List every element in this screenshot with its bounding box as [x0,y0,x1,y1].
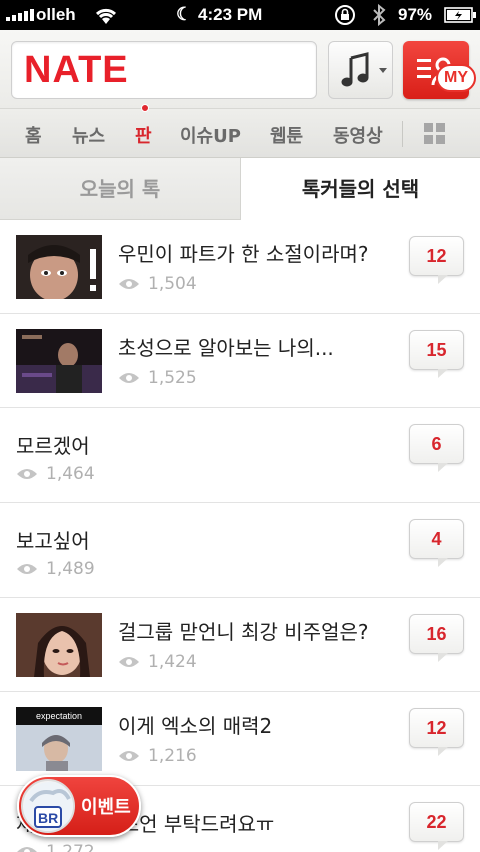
eye-icon [17,847,37,852]
signal-icon [6,9,34,21]
grid-menu-icon[interactable] [424,123,446,145]
nav-divider [402,121,403,147]
list-item[interactable]: 보고싶어 1,489 4 [0,503,480,598]
music-button[interactable] [328,41,393,99]
status-bar: olleh ☾ 4:23 PM 97% [0,0,480,30]
section-nav: 홈 뉴스 판 이슈UP 웹툰 동영상 [0,104,480,158]
comment-count-bubble[interactable]: 15 [409,330,464,378]
post-thumbnail [16,613,102,677]
post-title: 모르겠어 [16,434,90,458]
comment-count-bubble[interactable]: 12 [409,236,464,284]
view-count: 1,504 [148,274,197,294]
eye-icon [17,469,37,479]
post-title: 우민이 파트가 한 소절이라며? [118,242,369,266]
nav-item-home[interactable]: 홈 [25,122,42,148]
comment-count-bubble[interactable]: 6 [409,424,464,472]
post-views: 1,464 [16,464,95,484]
post-thumbnail [16,329,102,393]
post-title: 보고싶어 [16,529,90,553]
battery-icon [444,7,476,23]
list-item[interactable]: 모르겠어 1,464 6 [0,408,480,503]
baskin-robbins-badge: BR [21,779,75,833]
list-item[interactable]: 우민이 파트가 한 소절이라며? 1,504 12 [0,220,480,314]
view-count: 1,489 [46,559,95,579]
post-views: 1,272 [16,842,95,852]
rotation-lock-icon [335,5,355,25]
my-badge: MY [436,64,476,92]
eye-icon [119,751,139,761]
view-count: 1,424 [148,652,197,672]
list-item[interactable]: 걸그룹 맏언니 최강 비주얼은? 1,424 16 [0,598,480,692]
moon-icon: ☾ [176,4,193,24]
badge-text: BR [38,810,58,826]
battery-percent: 97% [398,5,433,24]
event-button[interactable]: BR 이벤트 [17,775,141,837]
nate-logo: NATE [24,49,129,91]
post-views: 1,216 [118,746,197,766]
event-label: 이벤트 [81,797,131,818]
eye-icon [119,657,139,667]
post-views: 1,525 [118,368,197,388]
nav-item-issue-up[interactable]: 이슈UP [180,122,241,148]
wifi-icon [95,8,117,24]
post-thumbnail [16,235,102,299]
eye-icon [17,564,37,574]
view-count: 1,272 [46,842,95,852]
tab-today-talk[interactable]: 오늘의 톡 [0,158,241,220]
tab-talkers-choice[interactable]: 톡커들의 선택 [241,158,480,220]
list-item[interactable]: expectation 이게 엑소의 매력2 1,216 12 [0,692,480,786]
nav-item-news[interactable]: 뉴스 [72,122,105,148]
post-views: 1,504 [118,274,197,294]
bluetooth-icon [373,3,386,27]
post-title: 걸그룹 맏언니 최강 비주얼은? [118,620,369,644]
comment-count-bubble[interactable]: 12 [409,708,464,756]
comment-count-bubble[interactable]: 16 [409,614,464,662]
view-count: 1,525 [148,368,197,388]
post-views: 1,424 [118,652,197,672]
carrier-name: olleh [36,5,76,24]
status-time: 4:23 PM [198,5,263,24]
comment-count-bubble[interactable]: 22 [409,802,464,850]
eye-icon [119,373,139,383]
nav-item-video[interactable]: 동영상 [333,122,383,148]
list-item[interactable]: 초성으로 알아보는 나의... 1,525 15 [0,314,480,408]
music-note-icon [341,52,369,87]
thumbnail-caption: expectation [16,707,102,725]
app-header: NATE MY [0,30,480,108]
post-title: 초성으로 알아보는 나의... [118,336,334,360]
view-count: 1,464 [46,464,95,484]
chevron-down-icon [379,68,387,73]
nav-item-pan[interactable]: 판 [135,122,152,148]
post-views: 1,489 [16,559,95,579]
view-count: 1,216 [148,746,197,766]
eye-icon [119,279,139,289]
post-thumbnail: expectation [16,707,102,771]
post-title: 이게 엑소의 매력2 [118,714,273,738]
nav-item-webtoon[interactable]: 웹툰 [270,122,303,148]
comment-count-bubble[interactable]: 4 [409,519,464,567]
logo-search-box[interactable]: NATE [11,41,317,99]
talk-tabs: 오늘의 톡 톡커들의 선택 [0,158,480,220]
active-indicator-dot [141,104,149,112]
